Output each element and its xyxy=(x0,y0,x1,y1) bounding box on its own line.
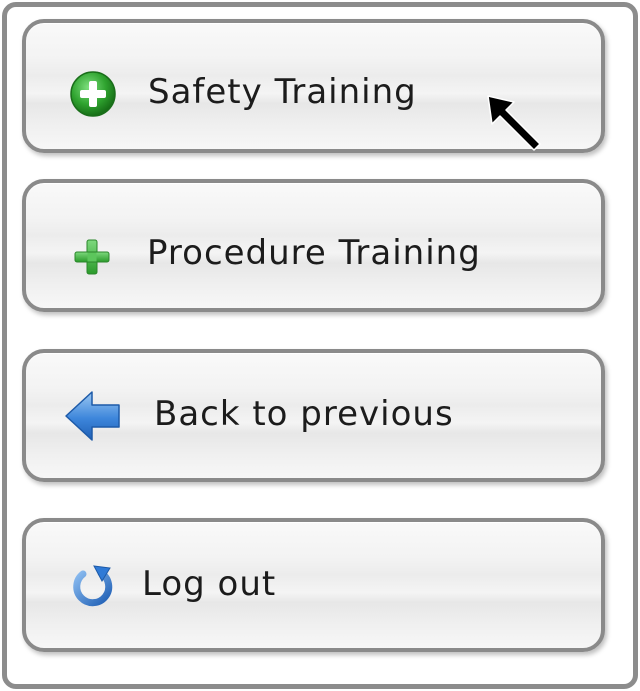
green-plus-icon xyxy=(74,239,110,275)
green-plus-circle-icon xyxy=(70,71,116,117)
procedure-training-button[interactable]: Procedure Training xyxy=(22,179,605,312)
blue-refresh-icon xyxy=(73,565,113,607)
safety-training-button[interactable]: Safety Training xyxy=(22,19,605,153)
blue-left-arrow-icon xyxy=(65,391,120,441)
back-to-previous-button[interactable]: Back to previous xyxy=(22,349,605,482)
back-to-previous-label: Back to previous xyxy=(154,394,454,434)
procedure-training-label: Procedure Training xyxy=(147,233,481,273)
log-out-label: Log out xyxy=(142,564,277,604)
safety-training-label: Safety Training xyxy=(148,72,417,112)
log-out-button[interactable]: Log out xyxy=(22,518,605,652)
